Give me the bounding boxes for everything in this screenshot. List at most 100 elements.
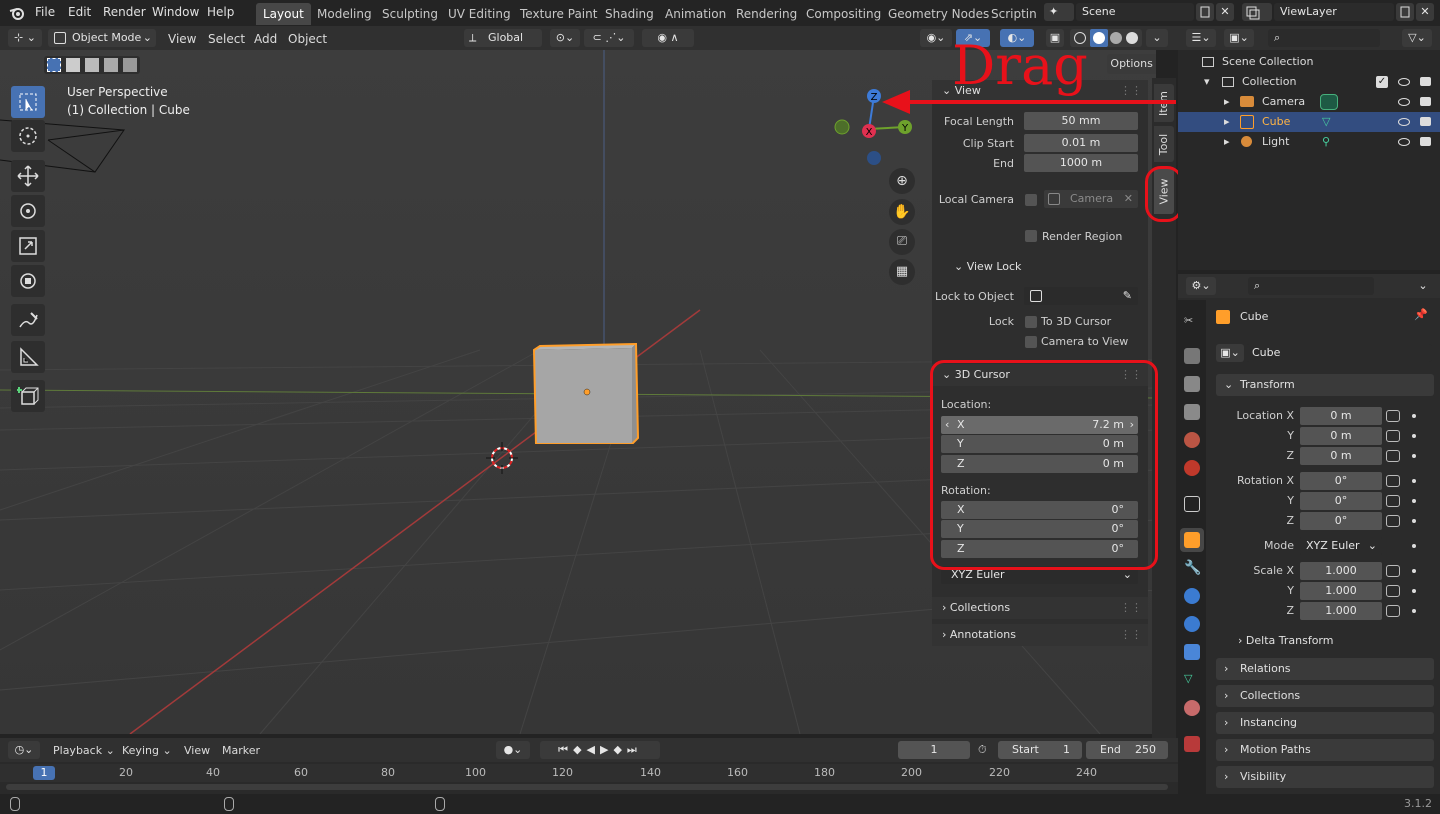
- zoom-icon[interactable]: ⊕: [889, 168, 915, 194]
- material-tab-icon[interactable]: [1184, 700, 1200, 716]
- lock-icon[interactable]: [1386, 515, 1400, 527]
- select-extend-icon[interactable]: [66, 58, 80, 72]
- keyframe-dot-icon[interactable]: [1412, 499, 1416, 503]
- cursor-tool[interactable]: [11, 120, 45, 152]
- eye-icon[interactable]: [1398, 138, 1410, 146]
- tab-animation[interactable]: Animation: [658, 3, 733, 25]
- keyframe-dot-icon[interactable]: [1412, 609, 1416, 613]
- camera-render-icon[interactable]: [1420, 77, 1431, 86]
- proportional-editing-button[interactable]: ◉ ∧: [642, 29, 694, 47]
- scale-z-field[interactable]: 1.000: [1300, 602, 1382, 620]
- pin-icon[interactable]: 📌: [1414, 308, 1428, 321]
- tab-shading[interactable]: Shading: [598, 3, 661, 25]
- view-lock-header[interactable]: ⌄ View Lock: [932, 256, 1148, 278]
- blender-logo-icon[interactable]: [9, 5, 25, 21]
- instancing-panel-header[interactable]: › Instancing: [1216, 712, 1434, 734]
- collections-panel-header[interactable]: › Collections ⋮⋮: [932, 597, 1148, 619]
- outliner-search-input[interactable]: ⌕: [1268, 29, 1380, 47]
- menu-view[interactable]: View: [168, 30, 196, 48]
- scene-tab-icon[interactable]: [1184, 432, 1200, 448]
- menu-add[interactable]: Add: [254, 30, 277, 48]
- tab-geometry-nodes[interactable]: Geometry Nodes: [881, 3, 996, 25]
- tab-texture-paint[interactable]: Texture Paint: [513, 3, 604, 25]
- keyframe-dot-icon[interactable]: [1412, 544, 1416, 548]
- playhead[interactable]: 1: [33, 766, 55, 780]
- object-browse-button[interactable]: ▣⌄: [1216, 344, 1244, 362]
- eye-icon[interactable]: [1398, 78, 1410, 86]
- outliner-editor-type-button[interactable]: ☰⌄: [1186, 29, 1216, 47]
- keyframe-dot-icon[interactable]: [1412, 434, 1416, 438]
- scale-tool[interactable]: [11, 230, 45, 262]
- properties-search-input[interactable]: ⌕: [1248, 277, 1374, 295]
- collection-tab-icon[interactable]: [1184, 496, 1200, 512]
- auto-keying-button[interactable]: ●⌄: [496, 741, 530, 759]
- menu-window[interactable]: Window: [152, 5, 199, 19]
- keyframe-dot-icon[interactable]: [1412, 589, 1416, 593]
- delete-scene-button[interactable]: ✕: [1216, 3, 1234, 21]
- select-intersect-icon[interactable]: [123, 58, 137, 72]
- timeline-editor-type-button[interactable]: ◷⌄: [8, 741, 40, 759]
- select-subtract-icon[interactable]: [85, 58, 99, 72]
- menu-select[interactable]: Select: [208, 30, 245, 48]
- outliner-row-collection[interactable]: ▾ Collection ✓: [1178, 72, 1440, 92]
- rotation-x-field[interactable]: 0°: [1300, 472, 1382, 490]
- add-cube-tool[interactable]: [11, 380, 45, 412]
- lock-icon[interactable]: [1386, 495, 1400, 507]
- end-frame-field[interactable]: End 250: [1086, 741, 1168, 759]
- render-region-checkbox[interactable]: [1025, 230, 1037, 242]
- mode-dropdown[interactable]: Object Mode ⌄: [48, 29, 156, 47]
- scale-y-field[interactable]: 1.000: [1300, 582, 1382, 600]
- tab-layout[interactable]: Layout: [256, 3, 311, 25]
- lock-icon[interactable]: [1386, 585, 1400, 597]
- keyframe-dot-icon[interactable]: [1412, 454, 1416, 458]
- delta-transform-subpanel[interactable]: › Delta Transform: [1238, 634, 1333, 647]
- collections-panel-header[interactable]: › Collections: [1216, 685, 1434, 707]
- playback-controls[interactable]: ⏮◆◀▶◆⏭: [540, 741, 660, 759]
- menu-file[interactable]: File: [35, 5, 55, 19]
- menu-view[interactable]: View: [184, 742, 210, 760]
- outliner-row-scene-collection[interactable]: Scene Collection: [1178, 52, 1440, 72]
- tab-tool[interactable]: Tool: [1154, 126, 1174, 162]
- menu-help[interactable]: Help: [207, 5, 234, 19]
- local-camera-checkbox[interactable]: [1025, 194, 1037, 206]
- lock-icon[interactable]: [1386, 475, 1400, 487]
- menu-playback[interactable]: Playback ⌄: [53, 742, 115, 760]
- measure-tool[interactable]: [11, 341, 45, 373]
- chevron-down-icon[interactable]: ▾: [1204, 72, 1210, 92]
- menu-object[interactable]: Object: [288, 30, 327, 48]
- viewlayer-browse-button[interactable]: [1242, 3, 1272, 21]
- current-frame-field[interactable]: 1: [898, 741, 970, 759]
- local-camera-field[interactable]: Camera ✕: [1044, 190, 1138, 208]
- physics-tab-icon[interactable]: [1184, 616, 1200, 632]
- scale-x-field[interactable]: 1.000: [1300, 562, 1382, 580]
- editor-type-button[interactable]: ⊹ ⌄: [8, 29, 42, 47]
- camera-render-icon[interactable]: [1420, 137, 1431, 146]
- display-mode-button[interactable]: ▣⌄: [1224, 29, 1254, 47]
- location-z-field[interactable]: 0 m: [1300, 447, 1382, 465]
- timeline-ruler[interactable]: 1 20 40 60 80 100 120 140 160 180 200 22…: [0, 764, 1178, 782]
- annotate-tool[interactable]: [11, 304, 45, 336]
- annotations-panel-header[interactable]: › Annotations ⋮⋮: [932, 624, 1148, 646]
- stopwatch-icon[interactable]: ⏱: [978, 743, 987, 757]
- perspective-toggle-icon[interactable]: ▦: [889, 259, 915, 285]
- scene-name-field[interactable]: Scene: [1076, 3, 1194, 21]
- properties-options-button[interactable]: ⌄: [1412, 277, 1434, 295]
- lock-to-object-field[interactable]: ✎: [1024, 287, 1138, 305]
- data-tab-icon[interactable]: ▽: [1184, 672, 1200, 688]
- rendered-shading-icon[interactable]: [1126, 32, 1138, 44]
- rotation-mode-dropdown[interactable]: XYZ Euler ⌄: [1300, 537, 1382, 555]
- location-x-field[interactable]: 0 m: [1300, 407, 1382, 425]
- camera-render-icon[interactable]: [1420, 117, 1431, 126]
- to-3d-cursor-checkbox[interactable]: [1025, 316, 1037, 328]
- select-new-icon[interactable]: [47, 58, 61, 72]
- keyframe-dot-icon[interactable]: [1412, 479, 1416, 483]
- properties-editor-type-button[interactable]: ⚙⌄: [1186, 277, 1216, 295]
- 3d-cursor-icon[interactable]: [486, 442, 518, 474]
- lock-icon[interactable]: [1386, 605, 1400, 617]
- visibility-button[interactable]: ◉⌄: [920, 29, 952, 47]
- world-tab-icon[interactable]: [1184, 460, 1200, 476]
- keyframe-dot-icon[interactable]: [1412, 414, 1416, 418]
- output-tab-icon[interactable]: [1184, 376, 1200, 392]
- tab-modeling[interactable]: Modeling: [310, 3, 379, 25]
- rotate-tool[interactable]: [11, 195, 45, 227]
